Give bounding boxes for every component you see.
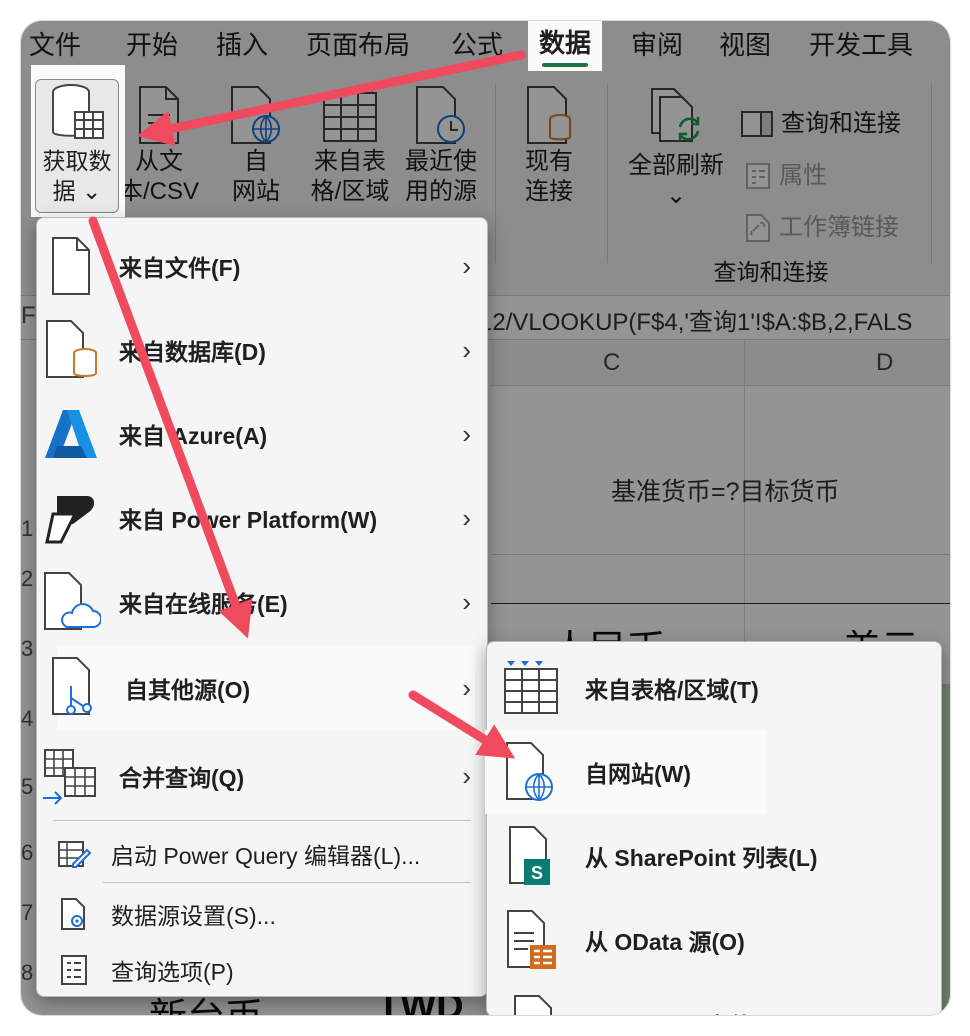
excel-window: 文件 开始 插入 页面布局 公式 数据 审阅 视图 开发工具 从文 本/CSV …	[20, 20, 951, 1016]
arrow-to-other-sources	[88, 216, 253, 639]
arrow-to-from-web	[408, 690, 516, 759]
annotation-arrows	[88, 50, 526, 759]
arrow-to-get-data	[136, 50, 526, 147]
